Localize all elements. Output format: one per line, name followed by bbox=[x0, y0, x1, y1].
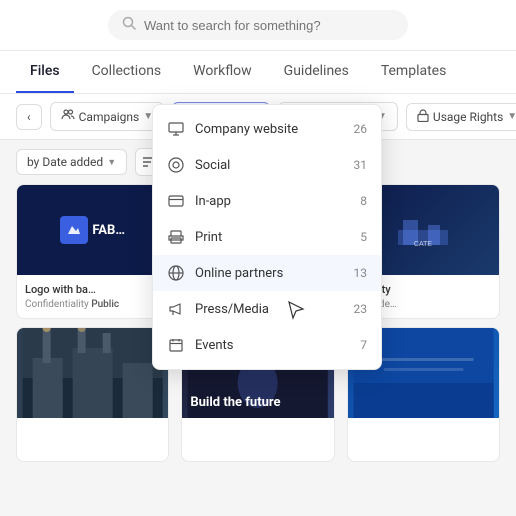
search-box[interactable] bbox=[108, 10, 408, 40]
svg-text:CATE: CATE bbox=[414, 241, 432, 248]
search-icon bbox=[122, 16, 136, 34]
dropdown-item-events[interactable]: Events 7 bbox=[153, 327, 381, 363]
tab-workflow[interactable]: Workflow bbox=[179, 51, 266, 93]
tab-files[interactable]: Files bbox=[16, 51, 74, 93]
dropdown-item-social[interactable]: Social 31 bbox=[153, 147, 381, 183]
tab-guidelines[interactable]: Guidelines bbox=[270, 51, 363, 93]
channel-dropdown: Company website 26 Social 31 In-ap bbox=[152, 104, 382, 370]
tab-collections[interactable]: Collections bbox=[78, 51, 176, 93]
card4-title bbox=[25, 426, 160, 439]
dropdown-item-company-website[interactable]: Company website 26 bbox=[153, 111, 381, 147]
sort-date-button[interactable]: by Date added ▼ bbox=[16, 149, 127, 175]
lock-icon bbox=[417, 109, 429, 125]
chevron-down-icon: ▼ bbox=[107, 157, 116, 168]
card5-meta bbox=[190, 442, 325, 453]
dropdown-item-label: In-app bbox=[195, 194, 231, 209]
sort-label: by Date added bbox=[27, 155, 103, 169]
dropdown-item-label: Press/Media bbox=[195, 302, 269, 317]
card4-content bbox=[17, 418, 168, 461]
card6-meta bbox=[356, 442, 491, 453]
nav-tabs: Files Collections Workflow Guidelines Te… bbox=[0, 51, 516, 94]
dropdown-item-online-partners[interactable]: Online partners 13 bbox=[153, 255, 381, 291]
dropdown-item-count: 5 bbox=[360, 230, 367, 244]
dropdown-item-label: Online partners bbox=[195, 266, 283, 281]
build-text: Build the future bbox=[190, 395, 280, 410]
dropdown-item-label: Print bbox=[195, 230, 222, 245]
card-icon bbox=[167, 192, 185, 210]
card5-content bbox=[182, 418, 333, 461]
dropdown-item-count: 7 bbox=[360, 338, 367, 352]
card-thumb-logo: FAB… bbox=[17, 185, 168, 275]
filter-campaigns[interactable]: Campaigns ▼ bbox=[50, 102, 165, 131]
dropdown-item-label: Events bbox=[195, 338, 233, 353]
dropdown-item-count: 8 bbox=[360, 194, 367, 208]
monitor-icon bbox=[167, 120, 185, 138]
fab-logo-text: FAB… bbox=[92, 223, 125, 238]
dropdown-item-label: Social bbox=[195, 158, 230, 173]
card1-meta: Confidentiality Public bbox=[25, 299, 160, 310]
globe-icon bbox=[167, 264, 185, 282]
card6-content bbox=[348, 418, 499, 461]
filter-left-arrow[interactable]: ‹ bbox=[16, 104, 42, 130]
dropdown-item-print[interactable]: Print 5 bbox=[153, 219, 381, 255]
card-factory[interactable] bbox=[16, 327, 169, 462]
dropdown-item-count: 31 bbox=[354, 158, 368, 172]
search-input[interactable] bbox=[144, 18, 394, 33]
card5-title bbox=[190, 426, 325, 439]
social-icon bbox=[167, 156, 185, 174]
facility-graphic: CATE bbox=[393, 210, 453, 250]
people-icon bbox=[61, 108, 75, 125]
megaphone-icon bbox=[167, 300, 185, 318]
dropdown-item-in-app[interactable]: In-app 8 bbox=[153, 183, 381, 219]
card1-title: Logo with ba… bbox=[25, 283, 160, 296]
calendar-icon bbox=[167, 336, 185, 354]
fab-logo bbox=[60, 216, 88, 244]
top-bar bbox=[0, 0, 516, 51]
printer-icon bbox=[167, 228, 185, 246]
card-logo[interactable]: FAB… Logo with ba… Confidentiality Publi… bbox=[16, 184, 169, 319]
card4-meta bbox=[25, 442, 160, 453]
tab-templates[interactable]: Templates bbox=[367, 51, 461, 93]
dropdown-item-count: 26 bbox=[354, 122, 368, 136]
card6-title bbox=[356, 426, 491, 439]
filter-usage-rights[interactable]: Usage Rights ▼ bbox=[406, 103, 516, 131]
dropdown-item-count: 23 bbox=[354, 302, 368, 316]
dropdown-item-label: Company website bbox=[195, 122, 298, 137]
dropdown-item-press-media[interactable]: Press/Media 23 bbox=[153, 291, 381, 327]
factory-svg bbox=[17, 328, 168, 418]
card-thumb-factory bbox=[17, 328, 168, 418]
card1-content: Logo with ba… Confidentiality Public bbox=[17, 275, 168, 318]
chevron-down-icon: ▼ bbox=[507, 111, 516, 122]
dropdown-item-count: 13 bbox=[354, 266, 368, 280]
